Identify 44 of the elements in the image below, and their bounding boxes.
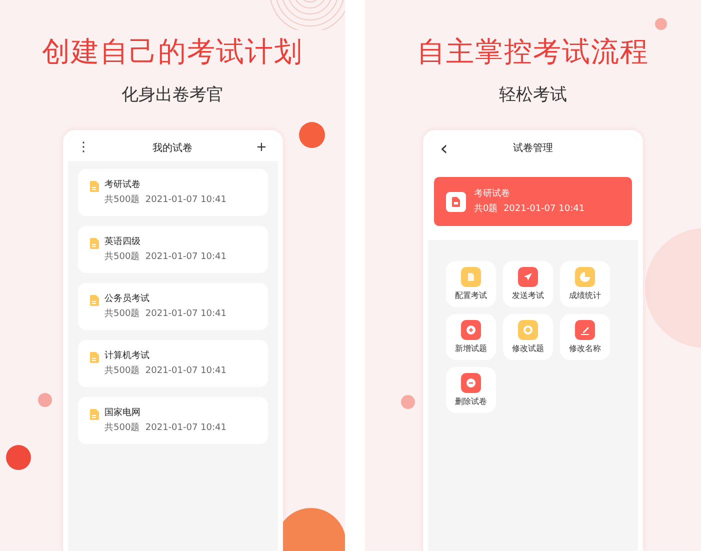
decor-circle [655,18,667,30]
paper-meta: 共500题 2021-01-07 10:41 [104,194,227,206]
tool-button[interactable]: 新增试题 [446,314,496,360]
document-icon [90,181,98,192]
paper-meta: 共500题 2021-01-07 10:41 [104,308,227,320]
tool-button[interactable]: 修改试题 [503,314,553,360]
document-icon [90,295,98,306]
paper-meta: 共500题 2021-01-07 10:41 [104,365,227,377]
screen-title: 试卷管理 [513,142,553,155]
decor-circle [6,445,31,470]
menu-button[interactable]: ⋮ [76,140,92,156]
document-icon [90,352,98,363]
decor-circle [401,395,415,409]
headline: 自主掌控考试流程 [417,34,649,70]
paper-name: 考研试卷 [474,188,511,200]
paper-meta: 共500题 2021-01-07 10:41 [104,422,227,434]
paper-card[interactable]: 考研试卷 共500题 2021-01-07 10:41 [78,169,268,216]
back-button[interactable]: ‹ [436,140,452,156]
paper-meta: 共500题 2021-01-07 10:41 [104,251,227,263]
paper-name: 考研试卷 [104,179,142,191]
paper-meta: 共0题 2021-01-07 10:41 [474,203,585,215]
paper-card[interactable]: 计算机考试 共500题 2021-01-07 10:41 [78,340,268,387]
add-button[interactable]: + [254,140,270,156]
document-icon [90,238,98,249]
tool-button[interactable]: 修改名称 [560,314,610,360]
paper-name: 国家电网 [104,407,142,419]
screen-title: 我的试卷 [152,142,192,155]
tool-button[interactable]: 发送考试 [503,261,553,307]
tool-button[interactable]: 删除试卷 [446,367,496,413]
document-icon [90,409,98,420]
subtitle: 化身出卷考官 [122,84,224,106]
tool-button[interactable]: 成绩统计 [560,261,610,307]
paper-name: 英语四级 [104,236,142,248]
paper-name: 公务员考试 [104,293,150,305]
subtitle: 轻松考试 [499,84,567,106]
decor-circle [299,122,325,148]
paper-card[interactable]: 公务员考试 共500题 2021-01-07 10:41 [78,283,268,330]
paper-name: 计算机考试 [104,350,150,362]
paper-card[interactable]: 国家电网 共500题 2021-01-07 10:41 [78,397,268,444]
document-icon [446,192,466,212]
decor-circle [38,393,52,407]
tool-button[interactable]: 配置考试 [446,261,496,307]
headline: 创建自己的考试计划 [42,34,303,70]
paper-card[interactable]: 英语四级 共500题 2021-01-07 10:41 [78,226,268,273]
